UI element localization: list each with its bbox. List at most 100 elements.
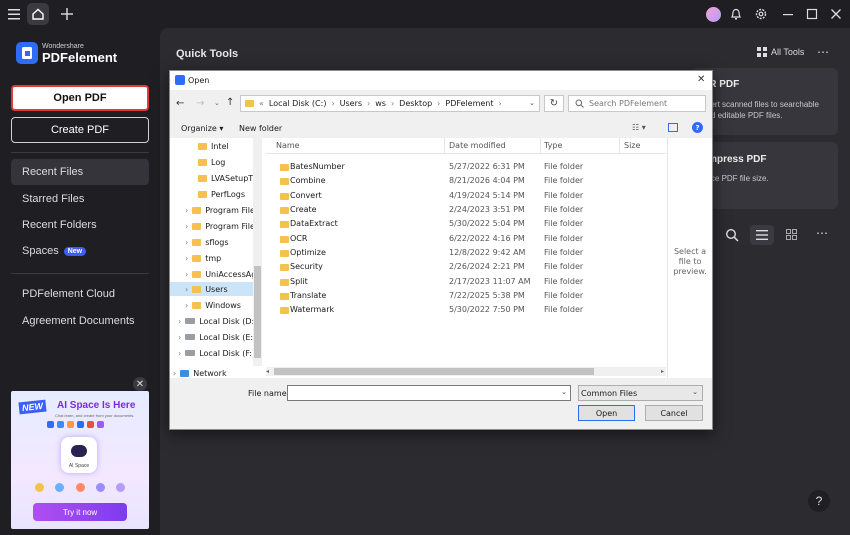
list-view-icon[interactable]: [750, 225, 774, 245]
view-options-icon[interactable]: ☷ ▾: [632, 123, 646, 132]
dialog-close-icon[interactable]: ✕: [697, 74, 705, 85]
dialog-title: Open: [188, 76, 210, 85]
file-row[interactable]: Watermark 5/30/2022 7:50 PM File folder: [274, 303, 664, 317]
file-row[interactable]: Convert 4/19/2024 5:14 PM File folder: [274, 189, 664, 203]
file-row[interactable]: Split 2/17/2023 11:07 AM File folder: [274, 275, 664, 289]
column-date[interactable]: Date modified: [449, 141, 506, 150]
refresh-icon[interactable]: ↻: [544, 95, 564, 112]
sidebar-item-spaces[interactable]: Spaces New: [11, 238, 149, 264]
divider: [11, 273, 149, 274]
close-icon[interactable]: [826, 4, 846, 24]
tree-item[interactable]: › Program File: [185, 219, 255, 233]
tree-item[interactable]: Log: [198, 155, 225, 169]
promo-new-badge: NEW: [18, 399, 47, 415]
more-icon[interactable]: ⋯: [817, 45, 829, 59]
all-tools-link[interactable]: All Tools: [757, 47, 804, 57]
file-row[interactable]: Security 2/26/2024 2:21 PM File folder: [274, 260, 664, 274]
tree-item-drive[interactable]: › Local Disk (D:: [178, 314, 254, 328]
tree-item[interactable]: › UniAccessAg: [185, 267, 256, 281]
more-options-icon[interactable]: ⋯: [816, 226, 828, 240]
open-pdf-button[interactable]: Open PDF: [11, 85, 149, 111]
promo-close-icon[interactable]: ✕: [133, 377, 147, 391]
open-button[interactable]: Open: [578, 405, 635, 421]
try-it-now-button[interactable]: Try it now: [33, 503, 127, 521]
quick-tools-heading: Quick Tools: [176, 48, 239, 60]
maximize-icon[interactable]: [802, 4, 822, 24]
breadcrumb-item[interactable]: ws: [375, 99, 386, 108]
new-folder-button[interactable]: New folder: [239, 124, 282, 133]
file-name-input[interactable]: ⌄: [287, 385, 571, 401]
file-name-dropdown-icon[interactable]: ⌄: [561, 388, 567, 396]
organize-menu[interactable]: Organize ▾: [181, 124, 223, 133]
file-row[interactable]: Create 2/24/2023 3:51 PM File folder: [274, 203, 664, 217]
help-icon[interactable]: ?: [692, 122, 703, 133]
home-icon[interactable]: [27, 3, 49, 25]
grid-icon: [757, 47, 767, 57]
sidebar-item-label: Starred Files: [22, 193, 85, 205]
sidebar-item-starred-files[interactable]: Starred Files: [11, 186, 149, 212]
menu-icon[interactable]: [4, 4, 24, 24]
file-name-label: File name:: [248, 389, 290, 398]
file-row[interactable]: BatesNumber 5/27/2022 6:31 PM File folder: [274, 160, 664, 174]
preview-pane-icon[interactable]: [668, 123, 678, 132]
tree-item[interactable]: › Program File: [185, 203, 255, 217]
column-name[interactable]: Name: [276, 141, 300, 150]
breadcrumb-item[interactable]: Local Disk (C:): [269, 99, 327, 108]
tree-item[interactable]: PerfLogs: [198, 187, 245, 201]
sidebar-item-recent-files[interactable]: Recent Files: [11, 159, 149, 185]
navigation-tree: Intel Log LVASetupTm PerfLogs › Program F…: [170, 138, 262, 378]
file-row[interactable]: OCR 6/22/2022 4:16 PM File folder: [274, 232, 664, 246]
column-divider: [540, 138, 541, 154]
sidebar-item-label: Spaces: [22, 245, 59, 257]
help-icon[interactable]: ?: [808, 490, 830, 512]
column-size[interactable]: Size: [624, 141, 640, 150]
compress-description: duce PDF file size.: [702, 174, 769, 183]
tree-item[interactable]: LVASetupTm: [198, 171, 261, 185]
search-input[interactable]: Search PDFelement: [568, 95, 706, 112]
sidebar-item-recent-folders[interactable]: Recent Folders: [11, 212, 149, 238]
up-icon[interactable]: ↑: [226, 97, 234, 108]
search-placeholder: Search PDFelement: [589, 99, 668, 108]
new-tab-icon[interactable]: [57, 4, 77, 24]
tree-scrollbar[interactable]: [253, 138, 262, 366]
chevron-down-icon: ⌄: [692, 388, 698, 396]
breadcrumb-item[interactable]: PDFelement: [445, 99, 493, 108]
back-icon[interactable]: ←: [176, 98, 184, 109]
search-icon[interactable]: [725, 228, 739, 242]
minimize-icon[interactable]: [778, 4, 798, 24]
ai-space-promo[interactable]: NEW AI Space Is Here Chat learn, and cre…: [11, 391, 149, 529]
file-row[interactable]: DataExtract 5/30/2022 5:04 PM File folder: [274, 217, 664, 231]
address-dropdown-icon[interactable]: ⌄: [529, 99, 535, 107]
file-row[interactable]: Optimize 12/8/2022 9:42 AM File folder: [274, 246, 664, 260]
tree-item[interactable]: › Windows: [185, 298, 241, 312]
tree-item-drive[interactable]: › Local Disk (E:): [178, 330, 256, 344]
tree-item-selected[interactable]: › Users: [170, 282, 254, 296]
tree-item[interactable]: › tmp: [185, 251, 221, 265]
promo-app-icons: [47, 421, 117, 429]
address-bar[interactable]: « Local Disk (C:) › Users › ws › Desktop › P…: [240, 95, 540, 112]
cancel-button[interactable]: Cancel: [645, 405, 703, 421]
brand-small: Wondershare: [42, 43, 84, 50]
horizontal-scrollbar[interactable]: ◂ ▸: [266, 367, 666, 376]
sidebar-item-pdfelement-cloud[interactable]: PDFelement Cloud: [11, 281, 149, 307]
breadcrumb-item[interactable]: Desktop: [399, 99, 432, 108]
column-type[interactable]: Type: [544, 141, 562, 150]
recent-locations-icon[interactable]: ⌄: [214, 99, 220, 107]
grid-view-icon[interactable]: [786, 229, 797, 240]
create-pdf-button[interactable]: Create PDF: [11, 117, 149, 143]
tree-item[interactable]: › sflogs: [185, 235, 229, 249]
file-type-select[interactable]: Common Files ⌄: [578, 385, 703, 401]
forward-icon[interactable]: →: [196, 98, 204, 109]
breadcrumb-item[interactable]: Users: [340, 99, 362, 108]
bell-icon[interactable]: [726, 4, 746, 24]
file-row[interactable]: Translate 7/22/2025 5:38 PM File folder: [274, 289, 664, 303]
preview-hint: Select a file to preview.: [673, 247, 707, 276]
ocr-description: nvert scanned files to searchable and ed…: [702, 100, 819, 120]
gear-icon[interactable]: [751, 4, 771, 24]
file-row[interactable]: Combine 8/21/2026 4:04 PM File folder: [274, 174, 664, 188]
tree-item-network[interactable]: › Network: [173, 366, 227, 378]
sidebar-item-agreement-documents[interactable]: Agreement Documents: [11, 308, 149, 334]
tree-item[interactable]: Intel: [198, 139, 229, 153]
tree-item-drive[interactable]: › Local Disk (F:): [178, 346, 255, 360]
avatar[interactable]: [703, 4, 723, 24]
